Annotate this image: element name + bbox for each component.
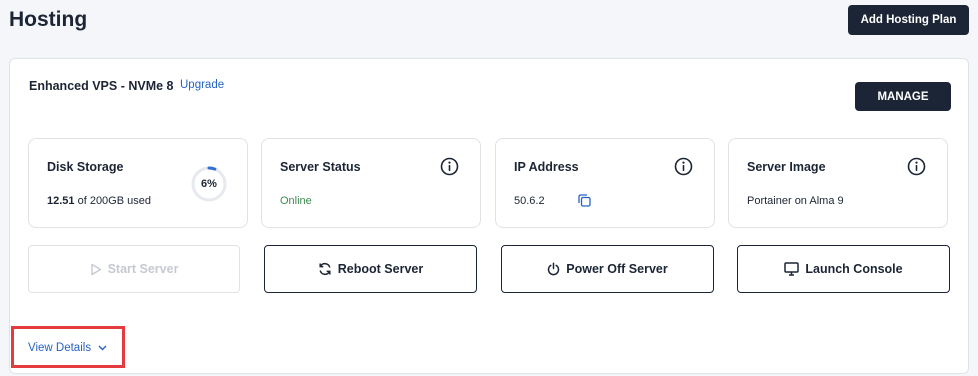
page-title: Hosting bbox=[9, 8, 88, 31]
play-icon bbox=[90, 263, 101, 275]
disk-usage-percent: 6% bbox=[201, 178, 217, 190]
hosting-plan-card: Enhanced VPS - NVMe 8 Upgrade MANAGE Dis… bbox=[9, 58, 969, 374]
monitor-icon bbox=[784, 262, 800, 276]
server-image-card: Server Image Portainer on Alma 9 bbox=[728, 138, 948, 228]
refresh-icon bbox=[319, 262, 331, 276]
copy-icon[interactable] bbox=[578, 194, 591, 207]
reboot-server-button[interactable]: Reboot Server bbox=[264, 245, 477, 293]
disk-storage-card: Disk Storage 12.51 of 200GB used 6% bbox=[28, 138, 248, 228]
upgrade-link[interactable]: Upgrade bbox=[180, 79, 224, 91]
launch-console-label: Launch Console bbox=[805, 262, 903, 276]
view-details-label: View Details bbox=[28, 342, 92, 354]
start-server-label: Start Server bbox=[107, 262, 179, 276]
info-icon[interactable] bbox=[440, 157, 459, 176]
power-off-server-label: Power Off Server bbox=[566, 262, 668, 276]
power-icon bbox=[548, 262, 560, 276]
start-server-button[interactable]: Start Server bbox=[28, 245, 240, 293]
view-details-toggle[interactable]: View Details bbox=[28, 342, 107, 354]
disk-storage-title: Disk Storage bbox=[47, 160, 124, 174]
server-status-title: Server Status bbox=[280, 160, 361, 174]
info-icon[interactable] bbox=[674, 157, 693, 176]
server-image-title: Server Image bbox=[747, 160, 826, 174]
server-status-card: Server Status Online bbox=[261, 138, 481, 228]
add-hosting-plan-button[interactable]: Add Hosting Plan bbox=[848, 5, 969, 35]
ip-address-card: IP Address 50.6.2 bbox=[495, 138, 715, 228]
chevron-down-icon bbox=[98, 345, 107, 351]
disk-used-value: 12.51 bbox=[47, 195, 75, 207]
disk-usage-gauge: 6% bbox=[190, 165, 228, 203]
plan-name: Enhanced VPS - NVMe 8 bbox=[29, 79, 174, 93]
manage-button[interactable]: MANAGE bbox=[855, 82, 951, 111]
server-image-value: Portainer on Alma 9 bbox=[747, 195, 844, 207]
server-status-value: Online bbox=[280, 195, 312, 207]
ip-address-value: 50.6.2 bbox=[514, 195, 545, 207]
ip-address-title: IP Address bbox=[514, 160, 579, 174]
power-off-server-button[interactable]: Power Off Server bbox=[501, 245, 714, 293]
launch-console-button[interactable]: Launch Console bbox=[737, 245, 950, 293]
disk-capacity-label: of 200GB used bbox=[77, 195, 151, 207]
reboot-server-label: Reboot Server bbox=[337, 262, 424, 276]
info-icon[interactable] bbox=[907, 157, 926, 176]
disk-storage-usage: 12.51 of 200GB used bbox=[47, 195, 151, 207]
